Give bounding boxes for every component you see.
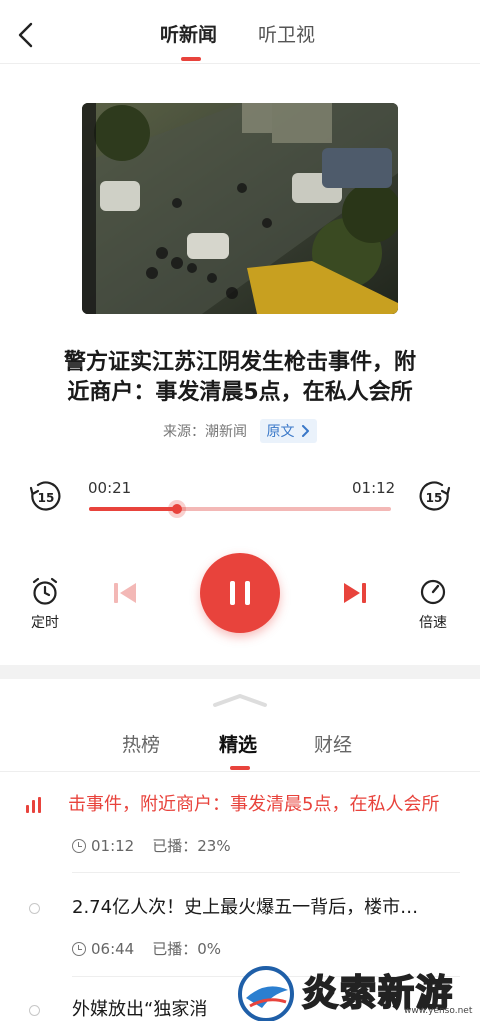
headline-line-2: 近商户：事发清晨5点，在私人会所 bbox=[67, 380, 413, 405]
speed-label: 倍速 bbox=[419, 615, 447, 631]
list-item-played: 已播：23% bbox=[152, 837, 231, 855]
current-time: 00:21 bbox=[88, 479, 132, 497]
watermark-url: www.yenso.net bbox=[404, 1006, 473, 1016]
list-item-title[interactable]: 外媒放出“独家消 bbox=[72, 998, 207, 1021]
now-playing-equalizer-icon bbox=[26, 797, 44, 813]
alarm-clock-icon bbox=[32, 577, 58, 605]
list-item-duration: 06:44 bbox=[91, 940, 135, 958]
timer-button[interactable]: 定时 bbox=[15, 576, 75, 632]
rewind-seconds-label: 15 bbox=[38, 491, 55, 505]
previous-track-icon[interactable] bbox=[111, 580, 139, 606]
progress-fill bbox=[89, 507, 177, 511]
tab-listen-news[interactable]: 听新闻 bbox=[160, 22, 217, 48]
speed-button[interactable]: 倍速 bbox=[403, 576, 463, 632]
active-tab-indicator bbox=[181, 57, 201, 61]
source-label: 来源：潮新闻 bbox=[163, 424, 248, 440]
total-time: 01:12 bbox=[352, 479, 396, 497]
original-article-label: 原文 bbox=[266, 424, 295, 440]
forward-seconds-label: 15 bbox=[426, 491, 443, 505]
sheet-handle-chevron-up-icon[interactable] bbox=[212, 692, 268, 708]
pause-icon-left bbox=[230, 581, 235, 605]
list-item-status-dot bbox=[29, 1005, 40, 1016]
section-gap bbox=[0, 665, 480, 679]
list-item-meta: 01:12 已播：23% bbox=[72, 835, 231, 856]
back-arrow-icon[interactable] bbox=[14, 20, 40, 50]
list-item-duration: 01:12 bbox=[91, 837, 135, 855]
list-item-status-dot bbox=[29, 903, 40, 914]
tab-hot-list[interactable]: 热榜 bbox=[122, 733, 160, 757]
tab-finance[interactable]: 财经 bbox=[314, 733, 352, 757]
list-item[interactable] bbox=[0, 772, 480, 872]
header-bar: 听新闻 听卫视 bbox=[0, 0, 480, 64]
sub-tab-indicator bbox=[230, 766, 250, 770]
source-row: 来源：潮新闻 原文 bbox=[0, 419, 480, 443]
original-article-button[interactable]: 原文 bbox=[259, 419, 317, 443]
list-item-played: 已播：0% bbox=[152, 940, 222, 958]
rewind-15-icon[interactable]: 15 bbox=[28, 480, 62, 514]
headline-line-1: 警方证实江苏江阴发生枪击事件，附 bbox=[63, 350, 416, 375]
list-item-title[interactable]: 2.74亿人次！史上最火爆五一背后，楼市… bbox=[72, 896, 418, 920]
speedometer-icon bbox=[420, 579, 446, 605]
clock-icon bbox=[72, 839, 86, 853]
news-cover-image bbox=[82, 103, 398, 314]
next-track-icon[interactable] bbox=[341, 580, 369, 606]
tab-listen-tv[interactable]: 听卫视 bbox=[258, 22, 315, 48]
list-item-meta: 06:44 已播：0% bbox=[72, 938, 221, 959]
news-headline: 警方证实江苏江阴发生枪击事件，附 近商户：事发清晨5点，在私人会所 bbox=[30, 348, 450, 408]
pause-icon-right bbox=[245, 581, 250, 605]
progress-knob[interactable] bbox=[171, 504, 182, 514]
pause-button[interactable] bbox=[200, 553, 280, 633]
list-divider bbox=[72, 872, 460, 873]
list-item-title: 击事件，附近商户：事发清晨5点，在私人会所 bbox=[68, 794, 440, 815]
tab-featured[interactable]: 精选 bbox=[219, 733, 257, 757]
forward-15-icon[interactable]: 15 bbox=[418, 480, 452, 514]
timer-label: 定时 bbox=[31, 615, 59, 631]
chevron-right-icon bbox=[301, 425, 309, 437]
clock-icon bbox=[72, 942, 86, 956]
